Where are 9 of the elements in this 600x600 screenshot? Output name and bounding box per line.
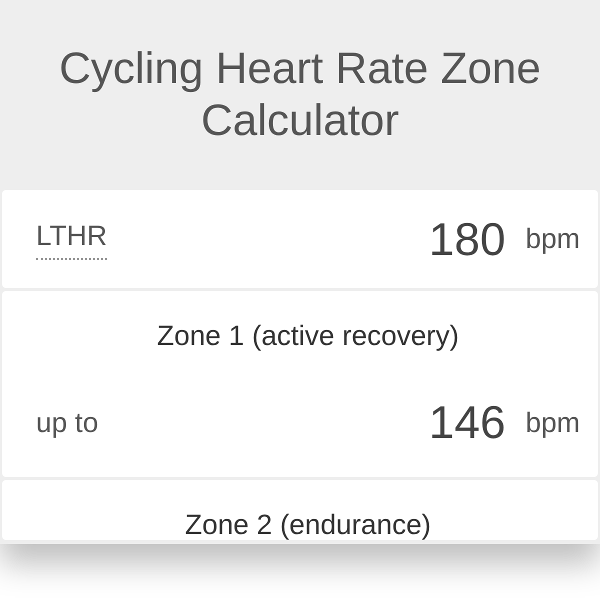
zone-title: Zone 1 (active recovery) (156, 319, 460, 353)
unit-label: bpm (526, 406, 580, 440)
zone-title: Zone 2 (endurance) (184, 508, 432, 542)
zone-prefix: up to (36, 406, 98, 440)
unit-label: bpm (526, 222, 580, 256)
input-field[interactable]: 180 (428, 204, 506, 274)
calculator-title: Cycling Heart Rate Zone Calculator (58, 43, 542, 147)
field-label: LTHR (36, 218, 108, 260)
zone-value: 146 (428, 395, 506, 450)
